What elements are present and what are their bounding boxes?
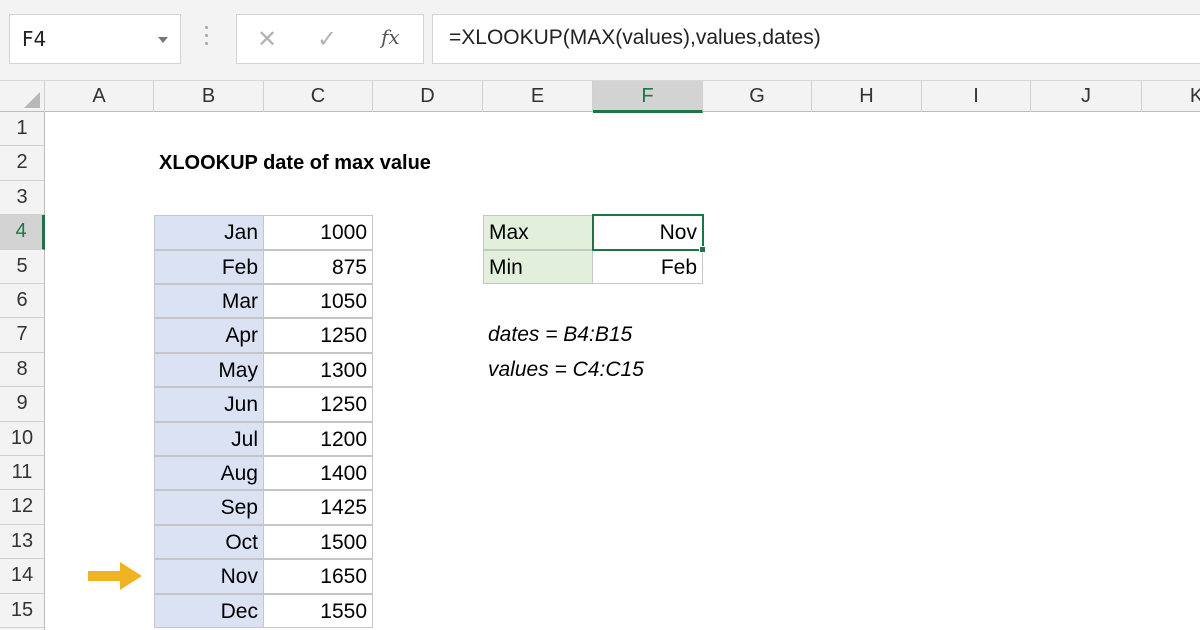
formula-text: =XLOOKUP(MAX(values),values,dates): [449, 26, 821, 49]
row-header-2[interactable]: 2: [0, 146, 44, 181]
name-box[interactable]: F4: [9, 14, 181, 64]
row-header-9[interactable]: 9: [0, 387, 44, 422]
named-range-note[interactable]: values = C4:C15: [483, 353, 812, 387]
column-header: ABCDEFGHIJK: [0, 80, 1200, 113]
named-range-note[interactable]: dates = B4:B15: [483, 318, 812, 352]
worksheet-grid[interactable]: XLOOKUP date of max value Jan 1000 Feb 875 M…: [45, 112, 1200, 630]
arrow-right-icon: [88, 562, 142, 591]
column-header-k[interactable]: K: [1142, 81, 1200, 112]
value-cell[interactable]: 1650: [263, 559, 373, 594]
value-cell[interactable]: 875: [263, 249, 373, 284]
value-cell[interactable]: 1550: [263, 593, 373, 628]
row-header-5[interactable]: 5: [0, 250, 44, 284]
month-cell[interactable]: Oct: [154, 524, 264, 560]
row-header-7[interactable]: 7: [0, 318, 44, 353]
month-cell[interactable]: Apr: [154, 318, 264, 353]
column-header-f[interactable]: F: [593, 81, 703, 113]
summary-label-cell[interactable]: Min: [483, 249, 593, 284]
value-cell[interactable]: 1500: [263, 524, 373, 560]
enter-icon[interactable]: ✓: [317, 25, 337, 53]
name-box-value: F4: [22, 27, 47, 51]
row-header-15[interactable]: 15: [0, 594, 44, 628]
column-header-c[interactable]: C: [264, 81, 373, 112]
value-cell[interactable]: 1000: [263, 215, 373, 250]
row-header-3[interactable]: 3: [0, 181, 44, 216]
cancel-icon[interactable]: ✕: [257, 25, 277, 53]
column-header-a[interactable]: A: [45, 81, 154, 112]
value-cell[interactable]: 1250: [263, 318, 373, 353]
column-header-d[interactable]: D: [373, 81, 483, 112]
row-header-1[interactable]: 1: [0, 112, 44, 147]
fill-handle[interactable]: [699, 245, 706, 253]
value-cell[interactable]: 1425: [263, 490, 373, 525]
value-cell[interactable]: 1400: [263, 456, 373, 491]
row-header-6[interactable]: 6: [0, 284, 44, 319]
row-header-10[interactable]: 10: [0, 422, 44, 456]
month-cell[interactable]: Dec: [154, 593, 264, 628]
active-cell-selection[interactable]: [592, 214, 704, 251]
select-all-button[interactable]: [0, 81, 45, 112]
row-header-12[interactable]: 12: [0, 490, 44, 525]
value-cell[interactable]: 1300: [263, 352, 373, 388]
column-header-g[interactable]: G: [703, 81, 812, 112]
column-header-b[interactable]: B: [154, 81, 264, 112]
column-header-e[interactable]: E: [483, 81, 593, 112]
month-cell[interactable]: Jul: [154, 421, 264, 456]
month-cell[interactable]: May: [154, 352, 264, 388]
fx-icon[interactable]: fx: [381, 25, 400, 49]
summary-result-cell[interactable]: Feb: [592, 249, 703, 284]
column-header-h[interactable]: H: [812, 81, 922, 112]
month-cell[interactable]: Nov: [154, 559, 264, 594]
formula-input[interactable]: =XLOOKUP(MAX(values),values,dates): [432, 14, 1200, 64]
row-header-4[interactable]: 4: [0, 215, 45, 250]
row-header-13[interactable]: 13: [0, 525, 44, 560]
month-cell[interactable]: Aug: [154, 456, 264, 491]
value-cell[interactable]: 1050: [263, 284, 373, 319]
formula-bar: F4 ✕ ✓ fx =XLOOKUP(MAX(values),values,da…: [0, 0, 1200, 80]
value-cell[interactable]: 1250: [263, 387, 373, 422]
row-header-11[interactable]: 11: [0, 456, 44, 491]
summary-label-cell[interactable]: Max: [483, 215, 593, 250]
month-cell[interactable]: Feb: [154, 249, 264, 284]
month-cell[interactable]: Sep: [154, 490, 264, 525]
month-cell[interactable]: Jun: [154, 387, 264, 422]
column-header-j[interactable]: J: [1031, 81, 1142, 112]
month-cell[interactable]: Jan: [154, 215, 264, 250]
month-cell[interactable]: Mar: [154, 284, 264, 319]
drag-handle-icon[interactable]: [205, 26, 209, 50]
sheet-title[interactable]: XLOOKUP date of max value: [154, 146, 593, 180]
row-header-14[interactable]: 14: [0, 559, 44, 594]
row-header-8[interactable]: 8: [0, 353, 44, 388]
chevron-down-icon[interactable]: [158, 37, 168, 43]
value-cell[interactable]: 1200: [263, 421, 373, 456]
row-header: 1 2 3 4 5 6 7 8 9 10 11 12 13 14 15: [0, 112, 45, 630]
formula-buttons: ✕ ✓ fx: [236, 14, 424, 64]
column-header-i[interactable]: I: [922, 81, 1031, 112]
